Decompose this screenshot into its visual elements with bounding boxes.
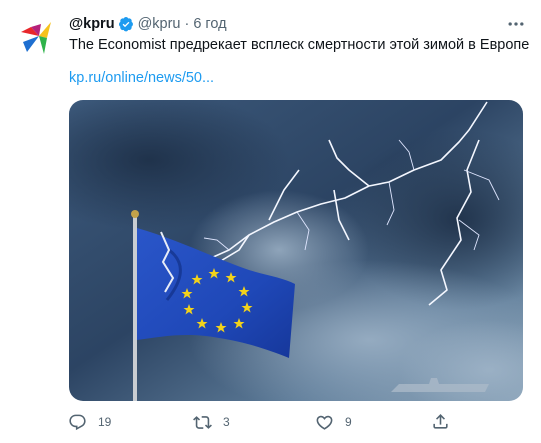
tweet-text: The Economist предрекает всплеск смертно…: [69, 37, 530, 53]
handle[interactable]: @kpru: [138, 16, 181, 32]
reply-icon: [69, 414, 86, 430]
more-icon[interactable]: [506, 14, 526, 34]
avatar[interactable]: [17, 18, 57, 58]
retweet-icon: [193, 415, 212, 429]
tweet-link[interactable]: kp.ru/online/news/50...: [69, 70, 214, 86]
reply-button[interactable]: 19: [68, 409, 111, 435]
tweet[interactable]: @kpru @kpru · 6 год The Economist предре…: [0, 0, 541, 443]
tweet-header: @kpru @kpru · 6 год: [69, 14, 227, 34]
kp-logo-icon: [21, 22, 51, 54]
like-icon: [316, 415, 333, 430]
tweet-media-image[interactable]: [69, 100, 523, 401]
tweet-actions: 19 3 9: [60, 409, 460, 435]
timestamp[interactable]: 6 год: [193, 16, 226, 32]
reply-count: 19: [98, 415, 112, 429]
separator-dot: ·: [184, 16, 190, 32]
like-button[interactable]: 9: [315, 409, 352, 435]
retweet-button[interactable]: 3: [193, 409, 230, 435]
retweet-count: 3: [223, 415, 230, 429]
display-name[interactable]: @kpru: [69, 16, 115, 32]
share-icon[interactable]: [431, 412, 450, 431]
like-count: 9: [345, 415, 352, 429]
verified-badge-icon: [118, 17, 133, 32]
eu-flag-lightning-photo: [69, 100, 523, 401]
